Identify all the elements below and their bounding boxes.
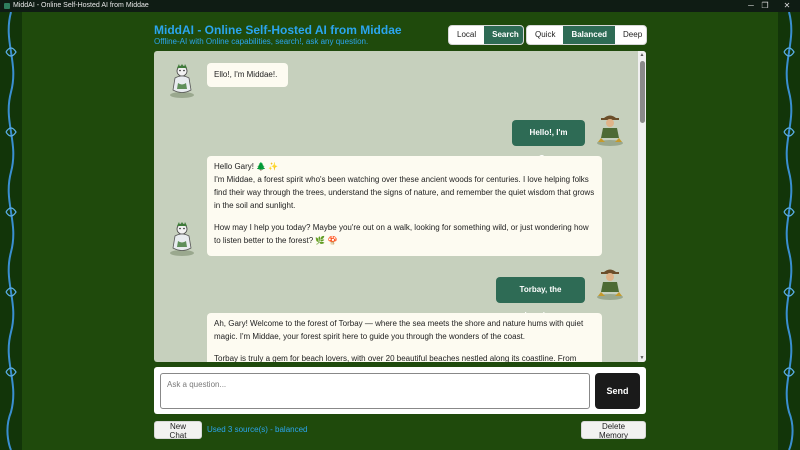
close-button[interactable]: ✕ (774, 0, 800, 12)
source-search-option[interactable]: Search (484, 26, 523, 44)
page-title: MiddAI - Online Self-Hosted AI from Midd… (154, 23, 402, 37)
chat-log[interactable]: Ello!, I'm Middae!. Hello!, I'm Gary. He… (154, 51, 646, 362)
question-input[interactable] (160, 373, 590, 409)
scroll-down-arrow-icon[interactable]: ▼ (639, 355, 645, 361)
chat-message-bot: Ello!, I'm Middae!. (207, 63, 288, 87)
chat-scrollbar[interactable]: ▲ ▼ (638, 51, 646, 362)
delete-memory-button[interactable]: Delete Memory (581, 421, 646, 440)
message-paragraph: Ah, Gary! Welcome to the forest of Torba… (214, 319, 584, 341)
app-icon (4, 3, 10, 9)
chat-message-user: Hello!, I'm Gary. (512, 120, 585, 163)
window-title: MiddAI - Online Self-Hosted AI from Midd… (13, 2, 149, 9)
left-ornament-border (0, 12, 22, 450)
mode-quick-option[interactable]: Quick (527, 26, 563, 44)
gary-avatar (597, 269, 623, 300)
message-composer: Send (154, 367, 646, 414)
send-button[interactable]: Send (595, 373, 640, 409)
message-paragraph: How may I help you today? Maybe you're o… (214, 223, 589, 245)
mode-toggle: Quick Balanced Deep (526, 25, 647, 45)
middae-avatar (170, 64, 194, 98)
chat-message-bot: Ah, Gary! Welcome to the forest of Torba… (207, 313, 602, 362)
right-ornament-icon (783, 12, 795, 450)
message-paragraph: Torbay is truly a gem for beach lovers, … (214, 354, 577, 362)
gary-avatar (597, 115, 623, 146)
mode-balanced-option[interactable]: Balanced (563, 26, 616, 44)
right-ornament-border (778, 12, 800, 450)
left-ornament-icon (5, 12, 17, 450)
mode-deep-option[interactable]: Deep (615, 26, 646, 44)
source-local-option[interactable]: Local (449, 26, 484, 44)
paragraph-spacer (214, 212, 595, 221)
sources-status: Used 3 source(s) - balanced (207, 425, 308, 434)
paragraph-spacer (214, 343, 595, 352)
source-toggle: Local Search (448, 25, 524, 45)
middae-avatar (170, 222, 194, 256)
message-paragraph: I'm Middae, a forest spirit who's been w… (214, 175, 595, 210)
scrollbar-thumb[interactable] (639, 61, 645, 123)
chat-messages: Ello!, I'm Middae!. Hello!, I'm Gary. He… (154, 51, 638, 362)
window-titlebar: MiddAI - Online Self-Hosted AI from Midd… (0, 0, 800, 12)
new-chat-button[interactable]: New Chat (154, 421, 202, 440)
message-text: Ello!, I'm Middae!. (214, 70, 278, 79)
message-paragraph: Hello Gary! 🌲 ✨ (214, 162, 279, 171)
scroll-up-arrow-icon[interactable]: ▲ (639, 52, 645, 58)
page-subtitle: Offline-AI with Online capabilities, sea… (154, 37, 369, 46)
chat-message-bot: Hello Gary! 🌲 ✨ I'm Middae, a forest spi… (207, 156, 602, 256)
chat-message-user: Torbay, the beaches (496, 277, 585, 320)
